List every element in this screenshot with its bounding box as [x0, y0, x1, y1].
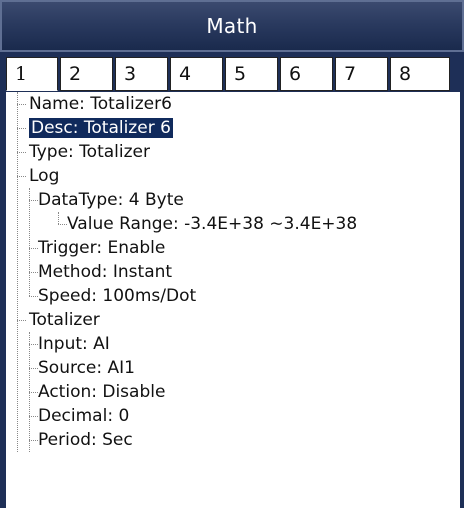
- tree-connector: [17, 152, 26, 153]
- tree-connector: [17, 320, 26, 321]
- tab-8[interactable]: 8: [390, 57, 450, 91]
- tree-item-label: Type: Totalizer: [29, 142, 150, 162]
- tree-connector: [29, 272, 38, 273]
- tree-connector: [17, 128, 26, 129]
- tree-spine: [17, 92, 18, 452]
- tree-item-label: Log: [29, 166, 60, 186]
- tree-item-label: Input: AI: [38, 334, 110, 354]
- math-window: Math 1 2 3 4 5 6 7 8 Name: Totalizer6 Des…: [0, 0, 464, 508]
- right-border: [460, 92, 464, 508]
- tab-strip: 1 2 3 4 5 6 7 8: [0, 52, 464, 92]
- tree-connector: [29, 368, 38, 369]
- tree-connector: [29, 296, 38, 297]
- tree-child-spine: [29, 188, 30, 296]
- tree-connector: [17, 176, 26, 177]
- tree-connector: [58, 224, 67, 225]
- tree-item-label: Period: Sec: [38, 430, 133, 450]
- tree-item-label: Decimal: 0: [38, 406, 130, 426]
- tree-item-label: Source: AI1: [38, 358, 135, 378]
- title-bar: Math: [0, 0, 464, 52]
- tab-2[interactable]: 2: [60, 57, 113, 91]
- tree-connector: [29, 248, 38, 249]
- tree-connector: [17, 104, 26, 105]
- tree-item-label: DataType: 4 Byte: [38, 190, 184, 210]
- tree-item-label: Speed: 100ms/Dot: [38, 286, 197, 306]
- tree-panel: Name: Totalizer6 Desc: Totalizer 6 Type: T…: [0, 92, 464, 508]
- tree-item-label: Value Range: -3.4E+38 ∼3.4E+38: [67, 214, 358, 234]
- tree-connector: [29, 200, 38, 201]
- tree-item-label: Name: Totalizer6: [29, 94, 172, 114]
- tree-connector: [29, 344, 38, 345]
- tree-item-label: Method: Instant: [38, 262, 173, 282]
- tree-item-label: Totalizer: [29, 310, 100, 330]
- tree-item-label: Desc: Totalizer 6: [28, 117, 174, 139]
- tree-child-spine: [29, 332, 30, 452]
- tree-grandchild-spine: [58, 212, 59, 224]
- tree-connector: [29, 440, 38, 441]
- tab-3[interactable]: 3: [115, 57, 168, 91]
- tree-item-label: Action: Disable: [38, 382, 166, 402]
- tree-item-label: Trigger: Enable: [38, 238, 166, 258]
- left-border: [0, 92, 6, 508]
- tab-1[interactable]: 1: [6, 57, 58, 91]
- tab-4[interactable]: 4: [170, 57, 223, 91]
- tab-5[interactable]: 5: [225, 57, 278, 91]
- tree-connector: [29, 416, 38, 417]
- tab-6[interactable]: 6: [280, 57, 333, 91]
- tree-connector: [29, 392, 38, 393]
- tab-7[interactable]: 7: [335, 57, 388, 91]
- window-title: Math: [206, 14, 258, 38]
